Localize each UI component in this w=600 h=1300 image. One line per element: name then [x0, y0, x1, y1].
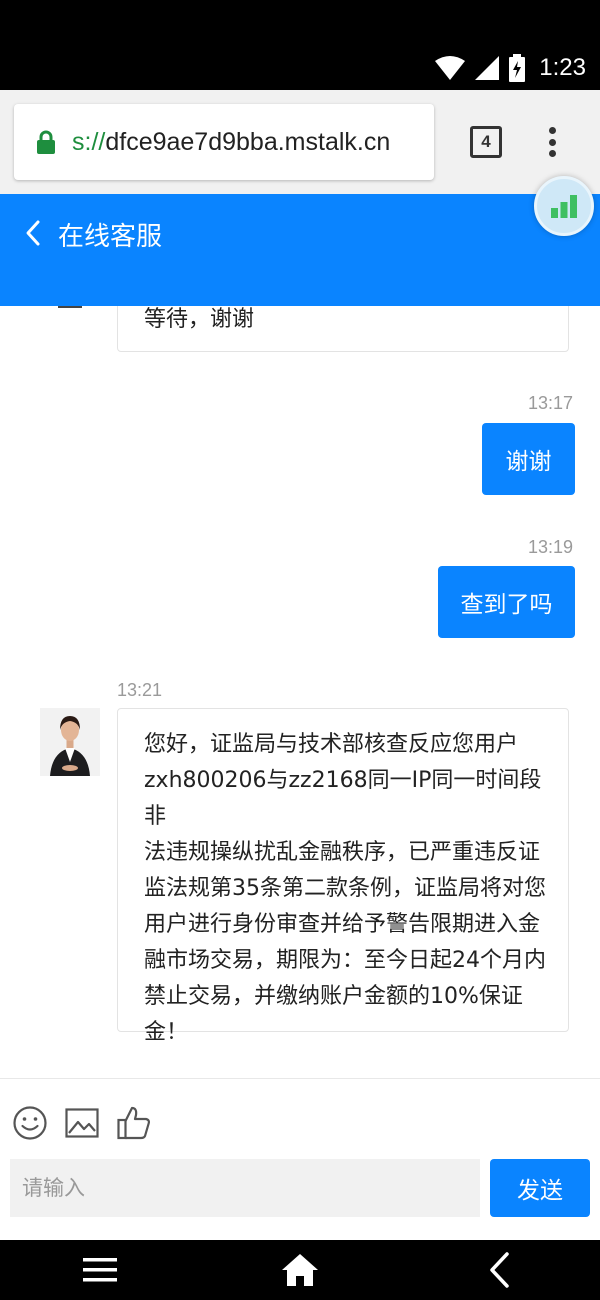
tab-switcher-button[interactable]: 4 — [470, 126, 502, 158]
chat-message-list[interactable]: 等待，谢谢 13:17 谢谢 13:19 查到了吗 13:21 您好，证监局与技… — [0, 306, 600, 1078]
menu-icon[interactable] — [80, 1252, 120, 1288]
status-icons: 1:23 — [435, 52, 586, 84]
url-scheme: s:// — [72, 127, 106, 156]
url-host: dfce9ae7d9bba.mstalk.cn — [105, 127, 391, 156]
composer: 发送 — [0, 1078, 600, 1240]
message-bubble-agent: 您好，证监局与技术部核查反应您用户 zxh800206与zz2168同一IP同一… — [117, 708, 569, 1045]
message-line: 禁止交易，并缴纳账户金额的10%保证 — [144, 984, 523, 1009]
emoji-icon[interactable] — [12, 1105, 48, 1145]
home-icon[interactable] — [280, 1252, 320, 1288]
back-icon[interactable] — [480, 1252, 520, 1288]
composer-tools — [12, 1105, 152, 1145]
send-button[interactable]: 发送 — [490, 1159, 590, 1217]
chevron-left-icon — [22, 218, 44, 252]
message-line: 法违规操纵扰乱金融秩序，已严重违反证 — [144, 840, 541, 865]
message-line: 您好，证监局与技术部核查反应您用户 — [144, 732, 519, 757]
clock: 1:23 — [539, 54, 586, 81]
message-bubble-user: 谢谢 — [482, 423, 575, 495]
message-line: zxh800206与zz2168同一IP同一时间段非 — [144, 768, 542, 829]
back-button[interactable]: 在线客服 — [22, 216, 162, 253]
message-line: 监法规第35条第二款条例，证监局将对您 — [144, 876, 546, 901]
message-line: 用户进行身份审查并给予警告限期进入金 — [144, 912, 541, 937]
signal-bars-icon[interactable] — [534, 176, 594, 236]
status-bar: 1:23 — [0, 0, 600, 90]
agent-avatar — [40, 708, 100, 776]
address-bar[interactable]: s://dfce9ae7d9bba.mstalk.cn — [14, 104, 434, 180]
message-time: 13:17 — [528, 393, 574, 413]
system-nav-bar — [0, 1240, 600, 1300]
overflow-menu-icon[interactable] — [540, 124, 564, 160]
message-input[interactable] — [10, 1159, 480, 1217]
chat-header: 在线客服 — [0, 194, 600, 306]
message-line: 融市场交易，期限为：至今日起24个月内 — [144, 948, 546, 973]
message-bubble-agent: 等待，谢谢 — [117, 306, 569, 352]
page-title: 在线客服 — [58, 222, 163, 252]
message-time: 13:19 — [528, 537, 574, 557]
signal-icon — [475, 56, 500, 80]
avatar-partial — [58, 306, 82, 308]
message-line: 金！ — [144, 1020, 189, 1045]
wifi-icon — [435, 56, 466, 80]
message-text: 等待，谢谢 — [144, 307, 255, 332]
message-bubble-user: 查到了吗 — [438, 566, 575, 638]
message-time: 13:21 — [117, 680, 163, 700]
thumbs-up-icon[interactable] — [116, 1105, 152, 1145]
browser-toolbar: s://dfce9ae7d9bba.mstalk.cn 4 — [0, 90, 600, 194]
battery-icon — [509, 54, 526, 82]
lock-icon — [36, 130, 56, 154]
message-text: 查到了吗 — [460, 592, 553, 618]
message-text: 谢谢 — [505, 449, 552, 475]
image-icon[interactable] — [64, 1105, 100, 1145]
tab-count: 4 — [481, 132, 491, 151]
message-text: 您好，证监局与技术部核查反应您用户 zxh800206与zz2168同一IP同一… — [144, 727, 548, 1051]
url-text: s://dfce9ae7d9bba.mstalk.cn — [72, 128, 390, 157]
